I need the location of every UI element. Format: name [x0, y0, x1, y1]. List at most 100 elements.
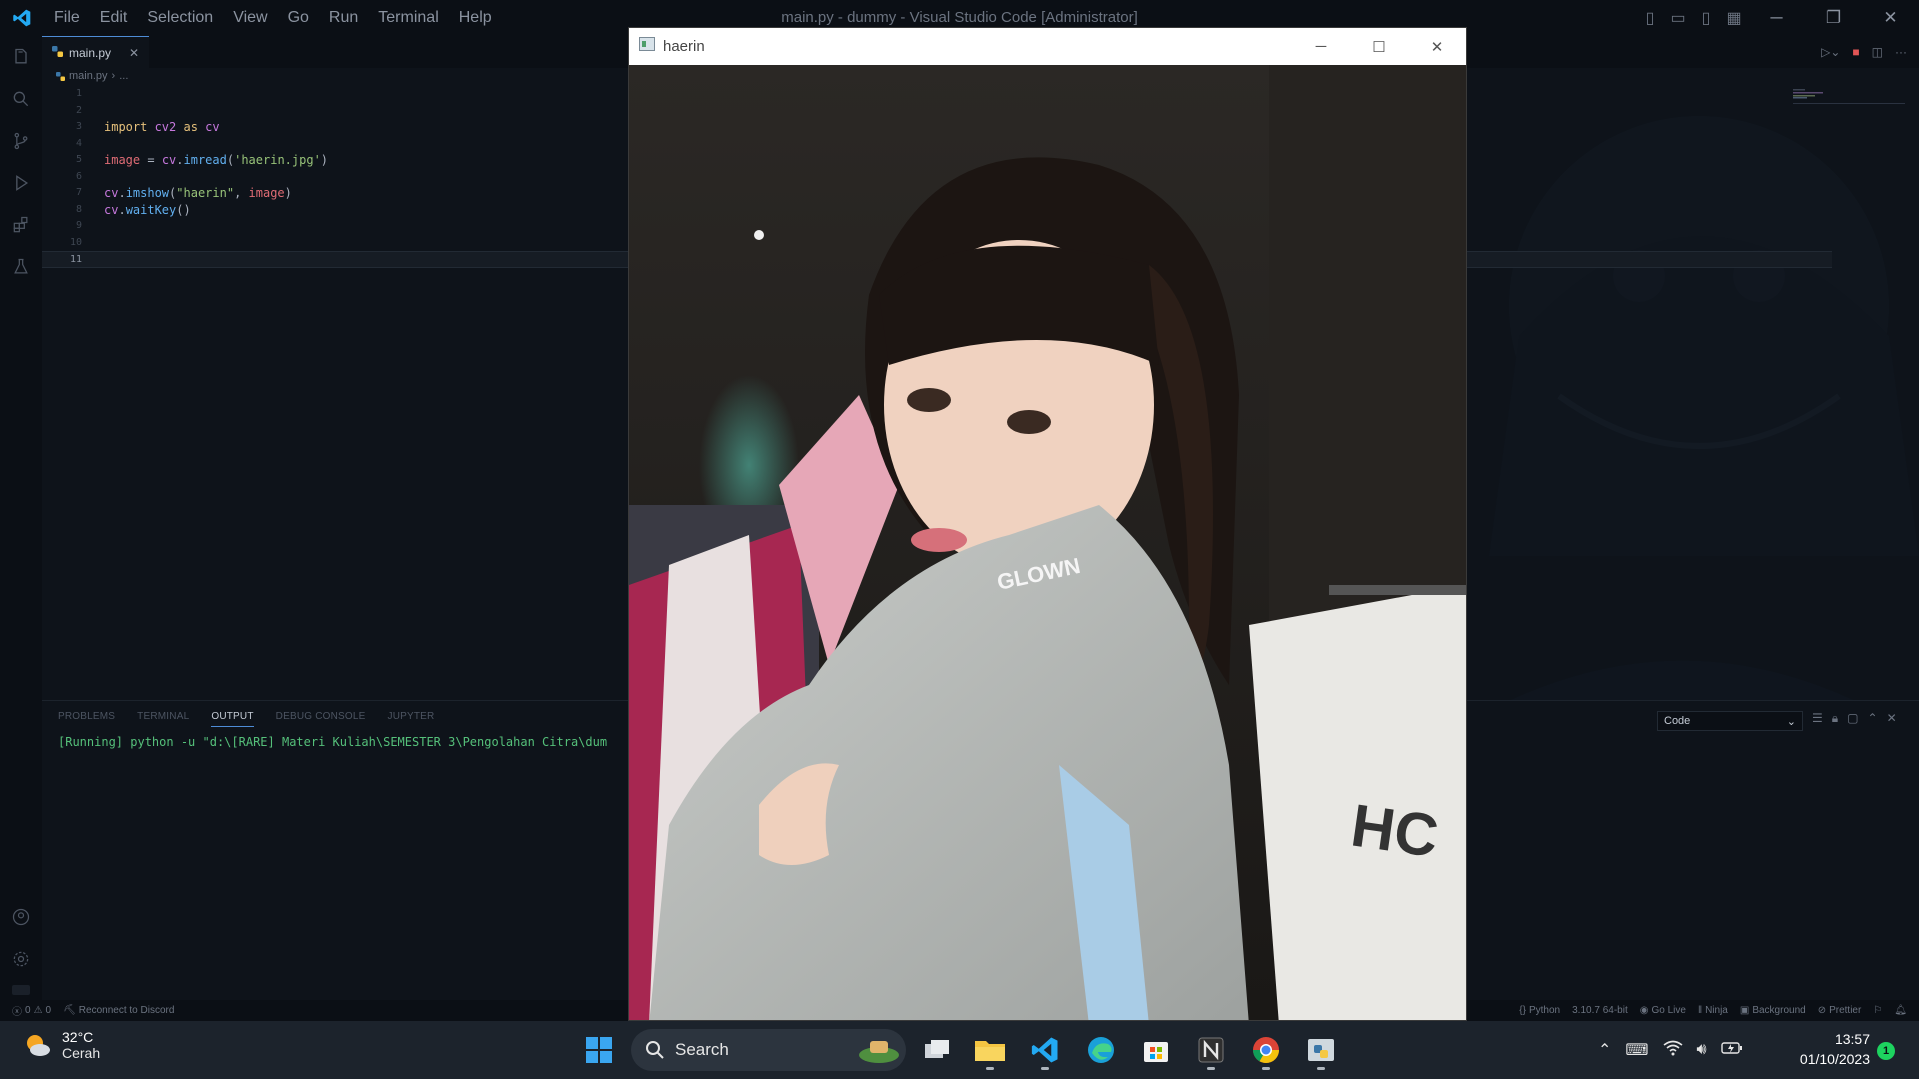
- golive-status[interactable]: ◉ Go Live: [1634, 1005, 1692, 1016]
- breadcrumb-file[interactable]: main.py: [69, 70, 108, 82]
- menu-view[interactable]: View: [223, 0, 277, 36]
- feedback-icon[interactable]: ⚐: [1867, 1005, 1888, 1016]
- taskbar-python-window[interactable]: [1300, 1029, 1342, 1071]
- problems-status[interactable]: ⓧ 0 ⚠ 0: [0, 1003, 57, 1018]
- accounts-icon[interactable]: [0, 896, 42, 938]
- taskbar-search[interactable]: Search: [631, 1029, 906, 1071]
- menu-terminal[interactable]: Terminal: [368, 0, 448, 36]
- notification-badge[interactable]: 1: [1877, 1042, 1895, 1060]
- source-control-icon[interactable]: [0, 120, 42, 162]
- language-status[interactable]: {} Python: [1513, 1005, 1566, 1016]
- toggle-panel-icon[interactable]: ▭: [1664, 0, 1692, 36]
- close-button[interactable]: ✕: [1862, 0, 1919, 36]
- taskbar: 32°C Cerah Search ⌃ ⌨ 🔊︎ 13:57 01/10/202…: [0, 1021, 1919, 1079]
- tab-problems[interactable]: PROBLEMS: [58, 711, 115, 727]
- toggle-secondary-sidebar-icon[interactable]: ▯: [1692, 0, 1720, 36]
- code-token: imshow: [125, 186, 170, 200]
- run-python-file-icon[interactable]: ▷⌄: [1821, 45, 1840, 59]
- extensions-icon[interactable]: [0, 204, 42, 246]
- close-tab-icon[interactable]: ✕: [129, 46, 139, 60]
- line-number: 2: [75, 104, 82, 116]
- line-number: 9: [75, 220, 82, 231]
- running-indicator: [1207, 1067, 1215, 1070]
- line-number: 7: [75, 187, 82, 198]
- ninja-icon: ‖: [1697, 1005, 1703, 1016]
- search-highlight-icon: [859, 1041, 899, 1063]
- keyboard-icon[interactable]: ⌨: [1625, 1040, 1648, 1060]
- split-editor-icon[interactable]: ◫: [1872, 45, 1883, 59]
- clear-output-icon[interactable]: ▢: [1847, 711, 1858, 726]
- discord-status[interactable]: ⛏ Reconnect to Discord: [57, 1005, 180, 1016]
- minimize-button[interactable]: ─: [1748, 0, 1805, 36]
- run-debug-icon[interactable]: [0, 162, 42, 204]
- task-view-icon: [925, 1040, 949, 1058]
- image-window[interactable]: haerin ─ ☐ ✕ HC GLOWN: [628, 27, 1467, 1021]
- close-button[interactable]: ✕: [1408, 28, 1466, 65]
- bag-text: HC: [1347, 792, 1442, 870]
- testing-icon[interactable]: [0, 246, 42, 288]
- toggle-sidebar-icon[interactable]: ▯: [1636, 0, 1664, 36]
- close-panel-icon[interactable]: ✕: [1887, 711, 1897, 726]
- ninja-status[interactable]: ‖ Ninja: [1692, 1005, 1734, 1016]
- taskbar-notion[interactable]: [1190, 1029, 1232, 1071]
- menu-selection[interactable]: Selection: [137, 0, 223, 36]
- line-number: 3: [75, 121, 82, 132]
- code-token: =: [140, 153, 162, 167]
- maximize-panel-icon[interactable]: ⌃: [1868, 711, 1878, 726]
- menu-file[interactable]: File: [44, 0, 90, 36]
- filter-list-icon[interactable]: ☰: [1812, 711, 1823, 726]
- taskbar-store[interactable]: [1135, 1029, 1177, 1071]
- running-indicator: [1041, 1067, 1049, 1070]
- tab-jupyter[interactable]: JUPYTER: [388, 711, 435, 727]
- more-actions-icon[interactable]: ···: [1895, 45, 1907, 59]
- search-icon[interactable]: [0, 78, 42, 120]
- notifications-icon[interactable]: 🔔︎: [1888, 1005, 1913, 1016]
- start-button[interactable]: [578, 1029, 620, 1071]
- tab-debug-console[interactable]: DEBUG CONSOLE: [276, 711, 366, 727]
- volume-icon[interactable]: 🔊︎: [1697, 1041, 1707, 1059]
- lock-scroll-icon[interactable]: 🔒︎: [1832, 711, 1838, 726]
- vscode-icon: [1031, 1037, 1058, 1063]
- taskbar-edge[interactable]: [1080, 1029, 1122, 1071]
- menu-go[interactable]: Go: [278, 0, 319, 36]
- prettier-status[interactable]: ⊘ Prettier: [1812, 1005, 1868, 1016]
- background-status[interactable]: ▣ Background: [1734, 1005, 1812, 1016]
- customize-layout-icon[interactable]: ▦: [1720, 0, 1748, 36]
- menu-run[interactable]: Run: [319, 0, 368, 36]
- code-token: cv: [104, 202, 119, 217]
- wifi-icon[interactable]: [1663, 1040, 1683, 1061]
- weather-widget[interactable]: 32°C Cerah: [24, 1029, 100, 1061]
- clock[interactable]: 13:57 01/10/2023: [1780, 1031, 1870, 1067]
- warning-count: 0: [45, 1005, 52, 1016]
- battery-icon[interactable]: [1720, 1041, 1743, 1060]
- line-number: 11: [69, 254, 82, 265]
- windows-icon: [586, 1037, 612, 1063]
- code-token: cv2: [147, 120, 184, 134]
- tab-terminal[interactable]: TERMINAL: [137, 711, 189, 727]
- code-token: import: [104, 120, 148, 134]
- taskbar-vscode[interactable]: [1024, 1029, 1066, 1071]
- menu-edit[interactable]: Edit: [90, 0, 138, 36]
- taskbar-file-explorer[interactable]: [969, 1029, 1011, 1071]
- taskbar-chrome[interactable]: [1245, 1029, 1287, 1071]
- code-token: .: [118, 186, 126, 200]
- menu-help[interactable]: Help: [449, 0, 502, 36]
- breadcrumb-symbol[interactable]: ...: [119, 70, 128, 82]
- prettier-label: Prettier: [1829, 1005, 1862, 1016]
- interpreter-status[interactable]: 3.10.7 64-bit: [1566, 1005, 1634, 1016]
- restore-button[interactable]: ❐: [1805, 0, 1862, 36]
- stop-icon[interactable]: ■: [1852, 45, 1859, 59]
- task-view-button[interactable]: [916, 1029, 958, 1071]
- output-channel-select[interactable]: Code ⌄: [1657, 711, 1803, 731]
- tab-output[interactable]: OUTPUT: [211, 711, 254, 727]
- image-window-titlebar[interactable]: haerin ─ ☐ ✕: [629, 28, 1466, 65]
- code-token: ): [284, 186, 292, 200]
- minimize-button[interactable]: ─: [1292, 28, 1350, 65]
- tab-main-py[interactable]: main.py ✕: [42, 36, 150, 68]
- broadcast-icon: ◉: [1639, 1005, 1649, 1016]
- minimap[interactable]: [1793, 89, 1905, 119]
- maximize-button[interactable]: ☐: [1350, 28, 1408, 65]
- manage-gear-icon[interactable]: [0, 938, 42, 980]
- explorer-icon[interactable]: [0, 36, 42, 78]
- chevron-up-icon[interactable]: ⌃: [1598, 1040, 1611, 1060]
